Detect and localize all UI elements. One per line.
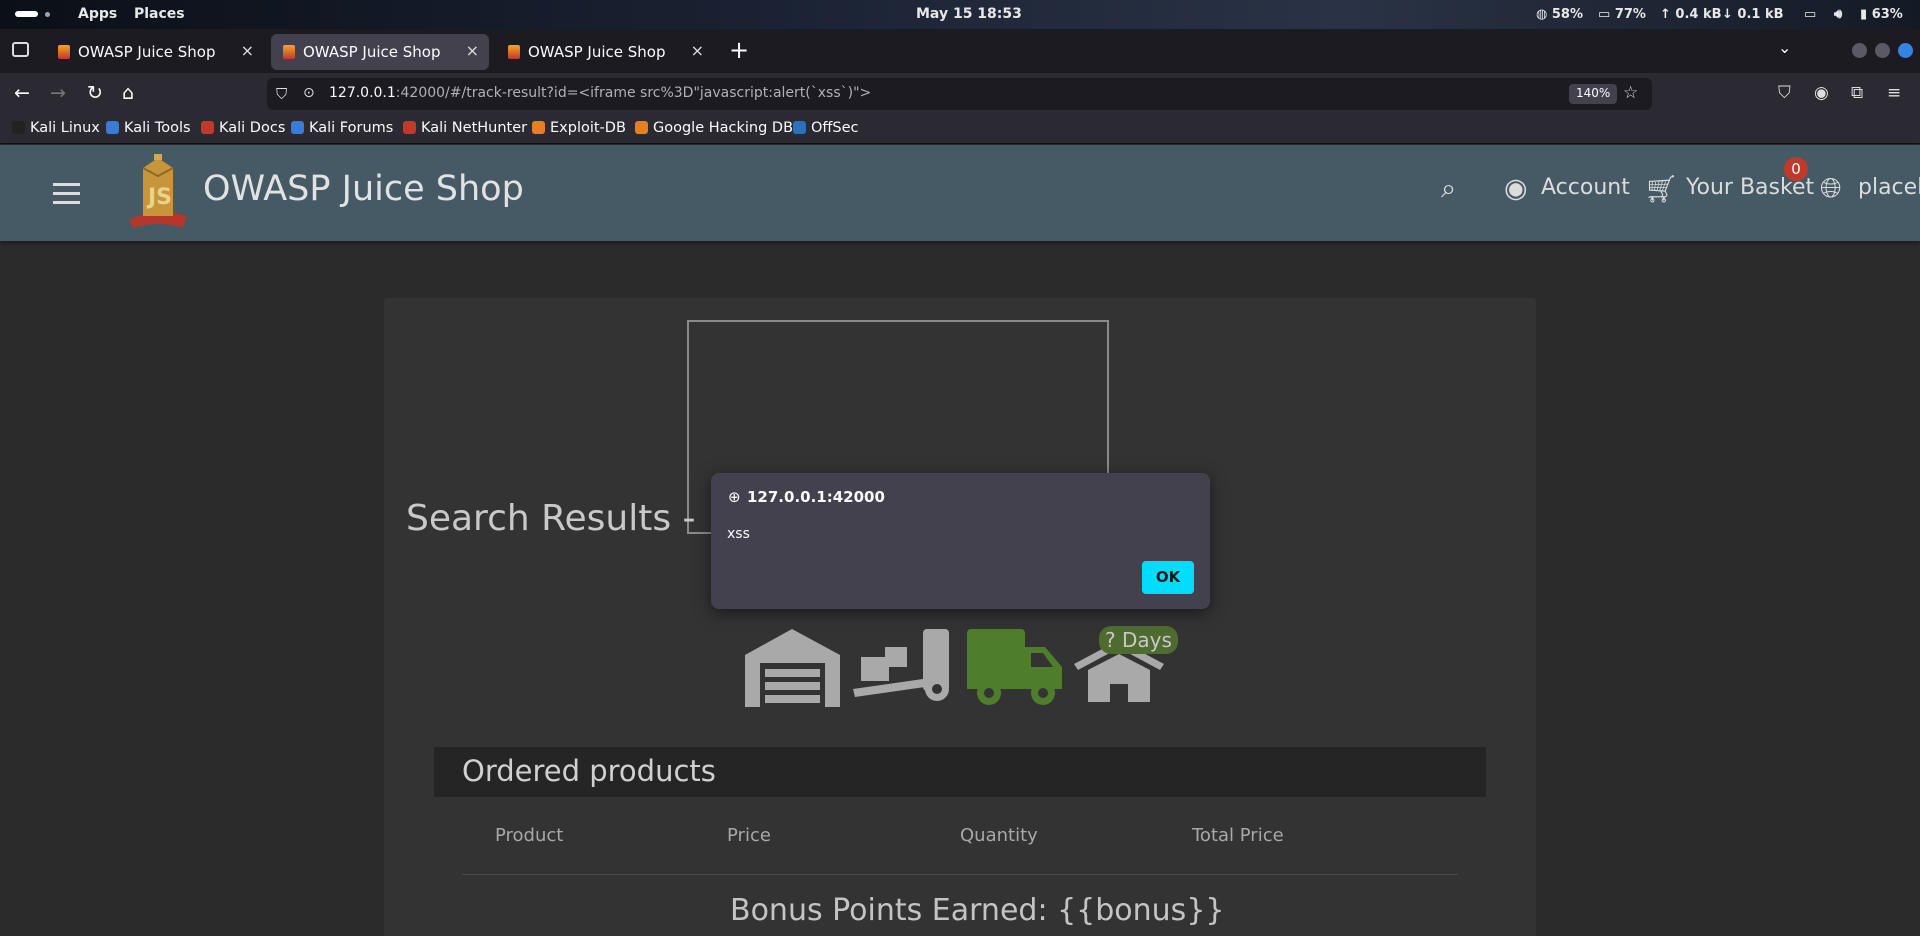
minimize-button[interactable] — [1852, 43, 1867, 58]
offsec-icon — [793, 121, 806, 134]
ghdb-icon — [635, 121, 648, 134]
dialog-origin: 127.0.0.1:42000 — [747, 488, 885, 506]
juice-shop-logo[interactable]: JS — [125, 154, 191, 230]
bonus-points: Bonus Points Earned: {{bonus}} — [730, 893, 1225, 928]
bookmark-kali-linux[interactable]: Kali Linux — [12, 120, 100, 136]
sidenav-menu-icon[interactable] — [53, 183, 80, 210]
reload-icon[interactable]: ↻ — [87, 82, 103, 104]
svg-text:JS: JS — [146, 185, 172, 210]
os-top-bar: Apps Places May 15 18:53 ◍ 58% ▭ 77% ↑ 0… — [0, 0, 1920, 29]
new-tab-button[interactable]: + — [729, 36, 749, 64]
tab-title: OWASP Juice Shop — [78, 43, 216, 61]
tab-title: OWASP Juice Shop — [303, 43, 441, 61]
language-button[interactable]: placeh — [1858, 175, 1920, 200]
bookmark-google-hacking-db[interactable]: Google Hacking DB — [635, 120, 793, 136]
ok-button[interactable]: OK — [1142, 561, 1194, 594]
nethunter-icon — [403, 121, 416, 134]
workspace-dot[interactable] — [45, 12, 50, 17]
table-divider — [462, 874, 1458, 875]
battery-status[interactable]: ▮ 63% — [1860, 7, 1903, 22]
page-info-icon[interactable]: ⊙ — [303, 85, 315, 101]
kali-forums-icon — [291, 121, 304, 134]
globe-icon: ⊕ — [728, 488, 741, 506]
bookmark-offsec[interactable]: OffSec — [793, 120, 859, 136]
kali-icon — [12, 121, 25, 134]
bookmark-kali-tools[interactable]: Kali Tools — [106, 120, 191, 136]
shield-icon[interactable]: ⛉ — [276, 85, 287, 103]
list-tabs-chevron-icon[interactable]: ⌄ — [1778, 38, 1791, 57]
tab-1[interactable]: OWASP Juice Shop × — [46, 34, 264, 70]
basket-count-badge: 0 — [1784, 157, 1808, 181]
forward-arrow-icon[interactable]: → — [50, 82, 66, 104]
places-menu[interactable]: Places — [134, 6, 185, 22]
juice-shop-favicon — [283, 45, 295, 59]
home-icon[interactable]: ⌂ — [122, 82, 134, 104]
bookmarks-bar: Kali Linux Kali Tools Kali Docs Kali For… — [0, 115, 1920, 144]
alert-dialog: ⊕ 127.0.0.1:42000 xss OK — [711, 473, 1210, 609]
dolly-icon — [853, 629, 949, 701]
url-text[interactable]: 127.0.0.1:42000/#/track-result?id=<ifram… — [329, 85, 871, 101]
account-button[interactable]: Account — [1541, 175, 1630, 200]
extensions-icon[interactable]: ⧉ — [1851, 83, 1863, 103]
column-price: Price — [727, 825, 771, 846]
search-results-title: Search Results - — [406, 498, 696, 539]
pocket-icon[interactable]: ⛉ — [1778, 83, 1791, 103]
zoom-level[interactable]: 140% — [1569, 84, 1618, 104]
workspace-indicator[interactable] — [15, 11, 38, 17]
maximize-button[interactable] — [1875, 43, 1890, 58]
bookmark-kali-docs[interactable]: Kali Docs — [201, 120, 285, 136]
bookmark-kali-nethunter[interactable]: Kali NetHunter — [403, 120, 527, 136]
volume-icon[interactable]: 🔊︎ — [1834, 7, 1842, 22]
search-icon[interactable]: ⌕ — [1441, 173, 1456, 205]
screen: Apps Places May 15 18:53 ◍ 58% ▭ 77% ↑ 0… — [0, 0, 1920, 936]
close-tab-icon[interactable]: × — [241, 41, 254, 60]
exploit-db-icon — [532, 121, 545, 134]
kali-docs-icon — [201, 121, 214, 134]
warehouse-icon — [745, 629, 840, 707]
ordered-products-title: Ordered products — [462, 754, 716, 788]
tab-overview-icon[interactable] — [12, 42, 29, 57]
dialog-message: xss — [727, 526, 750, 542]
column-product: Product — [495, 825, 564, 846]
close-window-button[interactable] — [1898, 43, 1913, 58]
app-toolbar: JS OWASP Juice Shop ⌕ ◉ Account 🛒︎ Your … — [0, 145, 1920, 241]
bookmark-star-icon[interactable]: ☆ — [1623, 83, 1638, 103]
clock[interactable]: May 15 18:53 — [916, 6, 1022, 22]
download-status: ↓ 0.1 kB — [1722, 7, 1784, 22]
navigation-bar: ← → ↻ ⌂ ⛉ ⊙ 127.0.0.1:42000/#/track-resu… — [0, 73, 1920, 115]
juice-shop-favicon — [58, 45, 70, 59]
cart-icon[interactable]: 🛒︎ — [1644, 173, 1678, 205]
menu-icon[interactable]: ≡ — [1887, 83, 1901, 103]
column-total-price: Total Price — [1192, 825, 1284, 846]
tab-2-active[interactable]: OWASP Juice Shop × — [271, 34, 489, 70]
apps-menu[interactable]: Apps — [78, 6, 117, 22]
display-icon[interactable]: ▭ — [1804, 7, 1816, 22]
tab-3[interactable]: OWASP Juice Shop × — [496, 34, 714, 70]
delivery-truck-icon — [967, 629, 1062, 705]
cpu-status: ◍ 58% — [1536, 7, 1583, 22]
account-circle-icon[interactable]: ◉ — [1504, 173, 1528, 204]
app-title[interactable]: OWASP Juice Shop — [203, 169, 524, 209]
back-arrow-icon[interactable]: ← — [14, 82, 30, 104]
juice-shop-favicon — [508, 45, 520, 59]
bookmark-kali-forums[interactable]: Kali Forums — [291, 120, 393, 136]
column-quantity: Quantity — [960, 825, 1038, 846]
days-badge: ? Days — [1099, 626, 1178, 654]
memory-status: ▭ 77% — [1598, 7, 1646, 22]
url-bar[interactable]: ⛉ ⊙ 127.0.0.1:42000/#/track-result?id=<i… — [267, 78, 1652, 110]
close-tab-icon[interactable]: × — [466, 41, 479, 60]
bookmark-exploit-db[interactable]: Exploit-DB — [532, 120, 626, 136]
kali-tools-icon — [106, 121, 119, 134]
account-icon[interactable]: ◉ — [1814, 83, 1829, 103]
tab-title: OWASP Juice Shop — [528, 43, 666, 61]
tab-bar: OWASP Juice Shop × OWASP Juice Shop × OW… — [0, 29, 1920, 73]
language-globe-icon[interactable]: 🌐︎ — [1820, 173, 1842, 205]
close-tab-icon[interactable]: × — [691, 41, 704, 60]
upload-status: ↑ 0.4 kB — [1660, 7, 1722, 22]
